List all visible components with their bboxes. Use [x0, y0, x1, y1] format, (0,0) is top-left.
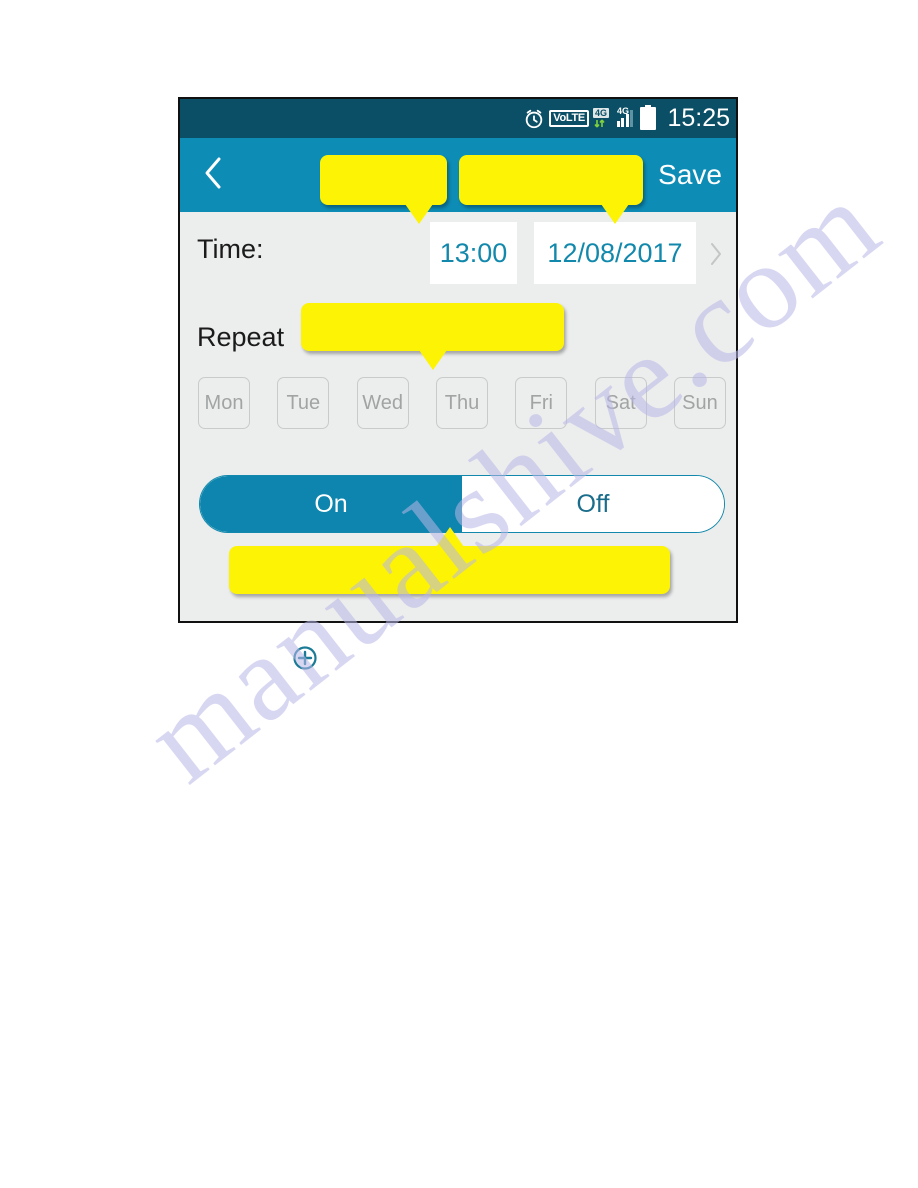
- circled-plus-icon[interactable]: [292, 645, 318, 676]
- callout-tail-icon: [418, 350, 447, 370]
- status-bar: VoLTE 4G 4G 15:25: [180, 99, 736, 138]
- day-button-tue[interactable]: Tue: [277, 377, 330, 429]
- app-bar: : Save: [180, 138, 736, 212]
- day-button-sun[interactable]: Sun: [673, 377, 726, 429]
- repeat-label: Repeat: [197, 322, 285, 352]
- toggle-option-on[interactable]: On: [200, 476, 462, 532]
- callout-bottom: [229, 527, 670, 594]
- back-chevron-icon[interactable]: [200, 153, 226, 198]
- day-button-thu[interactable]: Thu: [435, 377, 488, 429]
- chevron-right-icon[interactable]: [708, 240, 724, 273]
- on-off-toggle: On Off: [199, 475, 725, 533]
- callout-tail-icon: [405, 204, 433, 224]
- status-bar-icons: VoLTE 4G 4G 15:25: [523, 104, 730, 133]
- callout-tail-icon: [601, 204, 629, 224]
- day-button-mon[interactable]: Mon: [198, 377, 250, 429]
- date-input[interactable]: 12/08/2017: [534, 222, 696, 284]
- signal-4g-icon: 4G: [616, 106, 634, 127]
- status-bar-clock: 15:25: [667, 104, 730, 132]
- callout-repeat: [301, 303, 564, 370]
- toggle-option-off[interactable]: Off: [462, 476, 724, 532]
- save-button[interactable]: Save: [658, 159, 722, 191]
- battery-icon: [640, 105, 657, 130]
- day-button-wed[interactable]: Wed: [356, 377, 409, 429]
- callout-title-left: [320, 155, 447, 224]
- time-label: Time:: [197, 234, 264, 264]
- time-input[interactable]: 13:00: [430, 222, 517, 284]
- time-row: Time: 13:00 12/08/2017: [180, 212, 736, 296]
- alarm-clock-icon: [523, 108, 545, 130]
- data-4g-icon: 4G: [592, 107, 613, 129]
- callout-title-right: [459, 155, 643, 224]
- day-button-fri[interactable]: Fri: [515, 377, 568, 429]
- volte-icon: VoLTE: [549, 110, 589, 127]
- repeat-days-group: Mon Tue Wed Thu Fri Sat Sun: [198, 377, 726, 429]
- callout-tail-icon: [435, 527, 464, 547]
- day-button-sat[interactable]: Sat: [594, 377, 647, 429]
